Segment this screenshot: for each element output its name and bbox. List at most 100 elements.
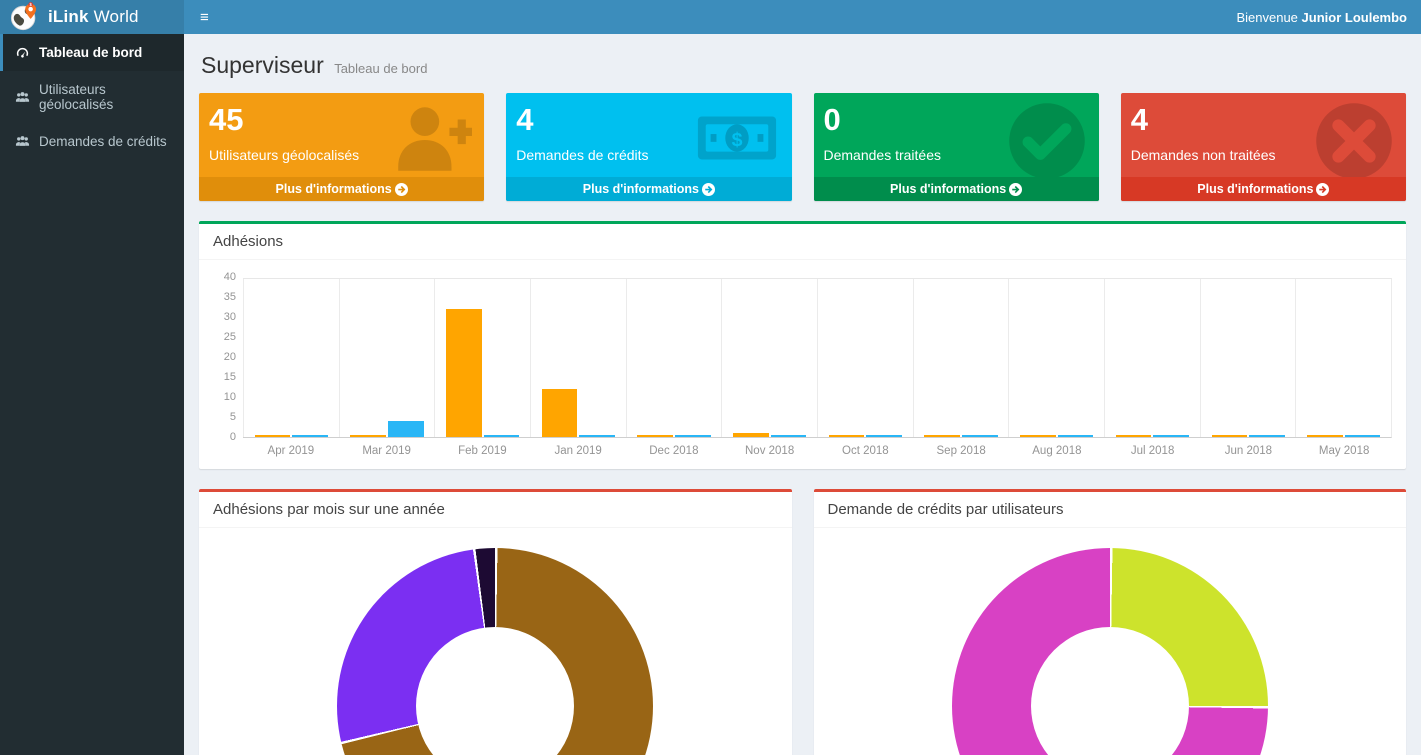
page-title: Superviseur: [201, 52, 324, 79]
brand-title: iLink World: [48, 7, 139, 27]
more-info-link[interactable]: Plus d'informations: [199, 177, 484, 201]
x-tick-label: Apr 2019: [243, 445, 339, 457]
welcome-text: Bienvenue Junior Loulembo: [1236, 10, 1421, 25]
bar-serie-cyan: [866, 435, 902, 437]
y-tick-label: 25: [224, 332, 236, 343]
stat-label: Demandes de crédits: [516, 147, 781, 163]
more-info-link[interactable]: Plus d'informations: [506, 177, 791, 201]
demande-credits-panel: Demande de crédits par utilisateurs: [814, 489, 1407, 755]
sidebar-item-tableau-de-bord[interactable]: Tableau de bord: [0, 34, 184, 71]
more-info-link[interactable]: Plus d'informations: [1121, 177, 1406, 201]
bar-serie-orange: [255, 435, 291, 437]
bar-serie-orange: [1212, 435, 1248, 437]
bar-serie-cyan: [771, 435, 807, 437]
bar-group: [243, 279, 339, 437]
x-tick-label: Aug 2018: [1009, 445, 1105, 457]
sidebar-toggle-hamburger-icon[interactable]: ≡: [184, 0, 225, 34]
y-tick-label: 40: [224, 272, 236, 283]
stat-value: 4: [1131, 103, 1396, 137]
x-tick-label: Jul 2018: [1105, 445, 1201, 457]
main-content: Superviseur Tableau de bord 45 Utilisate…: [184, 34, 1421, 755]
bar-chart-x-axis: Apr 2019Mar 2019Feb 2019Jan 2019Dec 2018…: [243, 445, 1392, 457]
donut-row: Adhésions par mois sur une année Demande…: [199, 469, 1406, 755]
bar-chart-plot: [243, 278, 1392, 438]
bar-serie-orange: [1020, 435, 1056, 437]
adhesions-doughnut-chart: [337, 548, 653, 755]
x-tick-label: Dec 2018: [626, 445, 722, 457]
navbar-bar: ≡ Bienvenue Junior Loulembo: [184, 0, 1421, 34]
bar-serie-orange: [733, 433, 769, 437]
bar-group: [1104, 279, 1200, 437]
bar-group: [339, 279, 435, 437]
sidebar-item-label: Tableau de bord: [39, 45, 142, 60]
top-navbar: $ iLink World ≡ Bienvenue Junior Loulemb…: [0, 0, 1421, 34]
bar-serie-orange: [350, 435, 386, 437]
panel-title: Adhésions par mois sur une année: [199, 492, 792, 528]
stat-value: 45: [209, 103, 474, 137]
bar-serie-orange: [829, 435, 865, 437]
stat-box-row: 45 Utilisateurs géolocalisés Plus d'info…: [199, 93, 1406, 201]
bar-serie-cyan: [579, 435, 615, 437]
y-tick-label: 20: [224, 352, 236, 363]
x-tick-label: Feb 2019: [435, 445, 531, 457]
x-tick-label: Jun 2018: [1201, 445, 1297, 457]
panel-title: Demande de crédits par utilisateurs: [814, 492, 1407, 528]
x-tick-label: Sep 2018: [913, 445, 1009, 457]
stat-box-demandes-de-credits: $ 4 Demandes de crédits Plus d'informati…: [506, 93, 791, 201]
y-tick-label: 15: [224, 372, 236, 383]
x-tick-label: Jan 2019: [530, 445, 626, 457]
dashboard-icon: [15, 45, 30, 60]
sidebar-item-demandes-de-credits[interactable]: Demandes de crédits: [0, 123, 184, 160]
bar-group: [913, 279, 1009, 437]
x-tick-label: Oct 2018: [818, 445, 914, 457]
y-tick-label: 10: [224, 392, 236, 403]
bar-serie-cyan: [1249, 435, 1285, 437]
bar-serie-orange: [542, 389, 578, 437]
y-tick-label: 30: [224, 312, 236, 323]
sidebar-item-label: Demandes de crédits: [39, 134, 167, 149]
bar-serie-orange: [924, 435, 960, 437]
bar-group: [721, 279, 817, 437]
bar-serie-orange: [446, 309, 482, 437]
stat-box-demandes-traitees: 0 Demandes traitées Plus d'informations: [814, 93, 1099, 201]
bar-group: [434, 279, 530, 437]
bar-serie-cyan: [962, 435, 998, 437]
bar-group: [626, 279, 722, 437]
stat-value: 0: [824, 103, 1089, 137]
arrow-circle-right-icon: [395, 183, 408, 196]
bar-serie-cyan: [484, 435, 520, 437]
users-icon: [15, 90, 30, 105]
more-info-link[interactable]: Plus d'informations: [814, 177, 1099, 201]
y-tick-label: 35: [224, 292, 236, 303]
ilink-globe-logo-icon: $: [10, 2, 40, 32]
bar-serie-orange: [1116, 435, 1152, 437]
bar-serie-cyan: [1058, 435, 1094, 437]
bar-group: [1200, 279, 1296, 437]
x-tick-label: May 2018: [1296, 445, 1392, 457]
x-tick-label: Mar 2019: [339, 445, 435, 457]
demande-credits-doughnut-chart: [952, 548, 1268, 755]
x-tick-label: Nov 2018: [722, 445, 818, 457]
arrow-circle-right-icon: [1009, 183, 1022, 196]
brand-link[interactable]: $ iLink World: [0, 0, 184, 34]
y-tick-label: 5: [230, 412, 236, 423]
stat-value: 4: [516, 103, 781, 137]
adhesions-par-mois-panel: Adhésions par mois sur une année: [199, 489, 792, 755]
stat-box-utilisateurs-geolocalises: 45 Utilisateurs géolocalisés Plus d'info…: [199, 93, 484, 201]
stat-box-demandes-non-traitees: 4 Demandes non traitées Plus d'informati…: [1121, 93, 1406, 201]
bar-group: [530, 279, 626, 437]
page-header: Superviseur Tableau de bord: [199, 46, 1406, 93]
sidebar-item-utilisateurs-geolocalises[interactable]: Utilisateurs géolocalisés: [0, 71, 184, 123]
adhesions-panel: Adhésions 0510152025303540 Apr 2019Mar 2…: [199, 221, 1406, 469]
bar-group: [1295, 279, 1391, 437]
arrow-circle-right-icon: [1316, 183, 1329, 196]
bar-serie-cyan: [1345, 435, 1381, 437]
users-icon: [15, 134, 30, 149]
bar-serie-cyan: [1153, 435, 1189, 437]
bar-serie-orange: [1307, 435, 1343, 437]
arrow-circle-right-icon: [702, 183, 715, 196]
page-subtitle: Tableau de bord: [334, 61, 427, 76]
adhesions-bar-chart: 0510152025303540 Apr 2019Mar 2019Feb 201…: [213, 270, 1392, 457]
bar-chart-y-axis: 0510152025303540: [213, 278, 243, 438]
bar-serie-cyan: [675, 435, 711, 437]
